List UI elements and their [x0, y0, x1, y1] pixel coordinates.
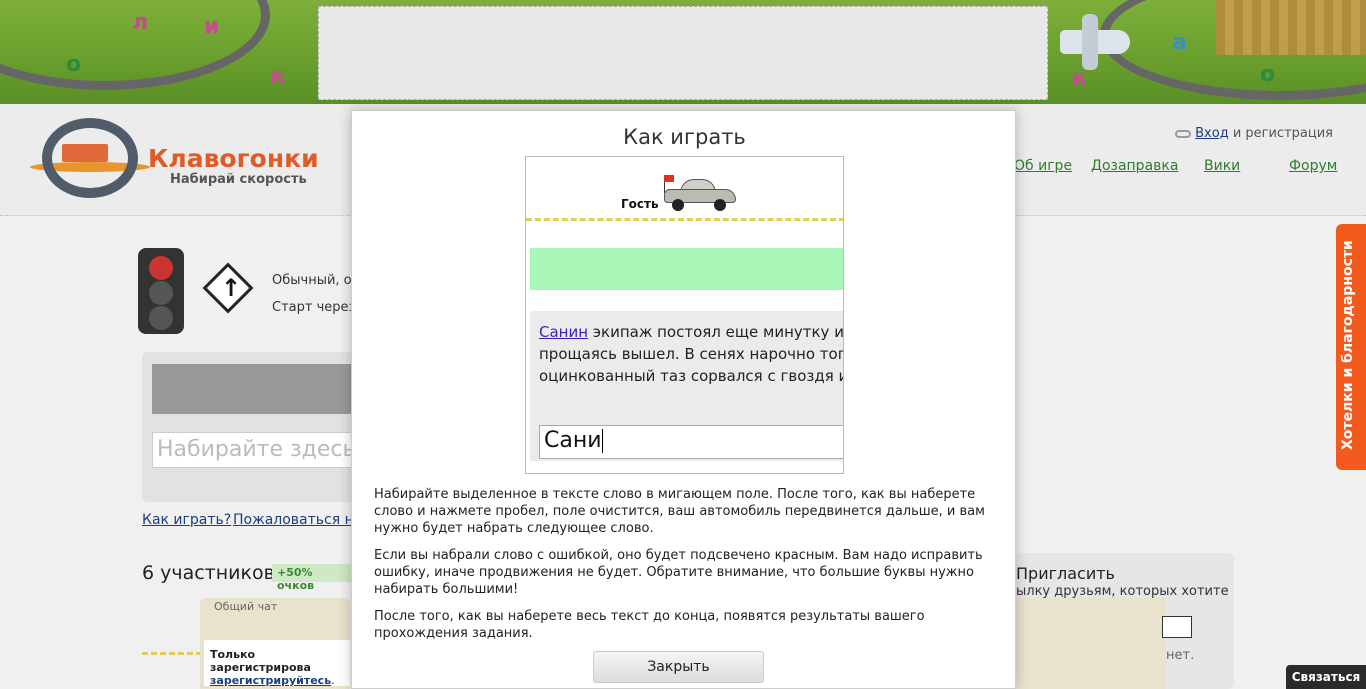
login-area: Вход и регистрация: [1175, 126, 1333, 141]
demo-road-line: [526, 218, 843, 221]
demo-progress-strip: [530, 248, 843, 290]
typing-input[interactable]: Набирайте здесь: [152, 432, 372, 468]
modal-title: Как играть: [623, 125, 746, 149]
banner-letter: о: [66, 52, 82, 77]
demo-line-1: экипаж постоял еще минутку и,: [588, 323, 844, 341]
how-to-play-modal: Как играть Гость Санин экипаж постоял ещ…: [351, 110, 1016, 689]
banner-field: [1216, 0, 1366, 55]
demo-input-value: Сани: [544, 428, 602, 453]
race-type: Обычный, от: [272, 273, 360, 288]
start-countdown: Старт через: [272, 300, 356, 315]
demo-text: Санин экипаж постоял еще минутку и, прощ…: [539, 321, 844, 387]
demo-line-3: оцинкованный таз сорвался с гвоздя и: [539, 367, 844, 385]
instruction-paragraph: После того, как вы наберете весь текст д…: [374, 609, 925, 641]
chat-registered-only: Только зарегистрирова: [210, 648, 311, 674]
demo-player-name: Гость: [621, 197, 659, 211]
ad-placeholder: [318, 6, 1048, 100]
text-cursor: [601, 429, 603, 453]
instruction-paragraph: Если вы набрали слово с ошибкой, оно буд…: [374, 548, 983, 597]
nav-refuel[interactable]: Дозаправка: [1091, 158, 1178, 174]
road-dash: [142, 652, 202, 655]
traffic-light-green: [149, 306, 173, 330]
banner-letter: л: [132, 10, 149, 35]
chat-notice: Только зарегистрирова зарегистрируйтесь.: [204, 640, 350, 687]
how-to-play-link[interactable]: Как играть?: [142, 512, 231, 528]
register-suffix: .: [331, 674, 335, 687]
close-button[interactable]: Закрыть: [593, 651, 764, 683]
top-banner: о к и а к о л: [0, 0, 1366, 104]
traffic-light-yellow: [149, 281, 173, 305]
feedback-tab[interactable]: Хотелки и благодарности: [1336, 224, 1366, 470]
feedback-label: Хотелки и благодарности: [1340, 240, 1356, 450]
banner-letter: и: [204, 14, 220, 39]
demo-input: Сани: [539, 425, 843, 459]
chat-tab-general[interactable]: Общий чат: [214, 600, 277, 613]
car-icon: [664, 179, 736, 211]
keyboard-logo-icon: [62, 144, 108, 162]
invite-input[interactable]: [1162, 616, 1192, 638]
banner-letter: к: [1072, 66, 1087, 91]
plane-icon: [1060, 14, 1130, 70]
invite-text: ылку друзьям, которых хотите: [1016, 584, 1229, 599]
banner-letter: к: [270, 64, 285, 89]
instruction-paragraph: Набирайте выделенное в тексте слово в ми…: [374, 487, 985, 536]
participants-count: 6 участников: [142, 562, 275, 584]
login-rest: и регистрация: [1228, 126, 1333, 141]
nav-about[interactable]: Об игре: [1014, 158, 1072, 174]
logo-subtitle: Набирай скорость: [170, 172, 307, 187]
nav-forum[interactable]: Форум: [1289, 158, 1337, 174]
banner-letter: а: [1172, 30, 1187, 55]
contact-button[interactable]: Связаться: [1286, 665, 1366, 689]
traffic-light-icon: [138, 248, 184, 334]
traffic-light-red: [149, 256, 173, 280]
invite-net: нет.: [1166, 648, 1195, 663]
logo-title[interactable]: Клавогонки: [148, 144, 319, 173]
bonus-badge: +50% очков: [272, 564, 352, 592]
invite-title: Пригласить: [1016, 564, 1115, 583]
demo-highlighted-word: Санин: [539, 323, 589, 341]
arrow-up-icon: ↑: [221, 274, 242, 302]
banner-letter: о: [1260, 62, 1276, 87]
text-placeholder-block: [152, 364, 372, 414]
key-icon: [1175, 129, 1192, 138]
register-link[interactable]: зарегистрируйтесь: [210, 674, 331, 687]
login-link[interactable]: Вход: [1195, 126, 1229, 141]
invite-chat-panel: [1016, 598, 1166, 689]
demo-line-2: прощаясь вышел. В сенях нарочно топ: [539, 345, 844, 363]
demo-illustration: Гость Санин экипаж постоял еще минутку и…: [525, 156, 844, 474]
nav-wiki[interactable]: Вики: [1204, 158, 1240, 174]
